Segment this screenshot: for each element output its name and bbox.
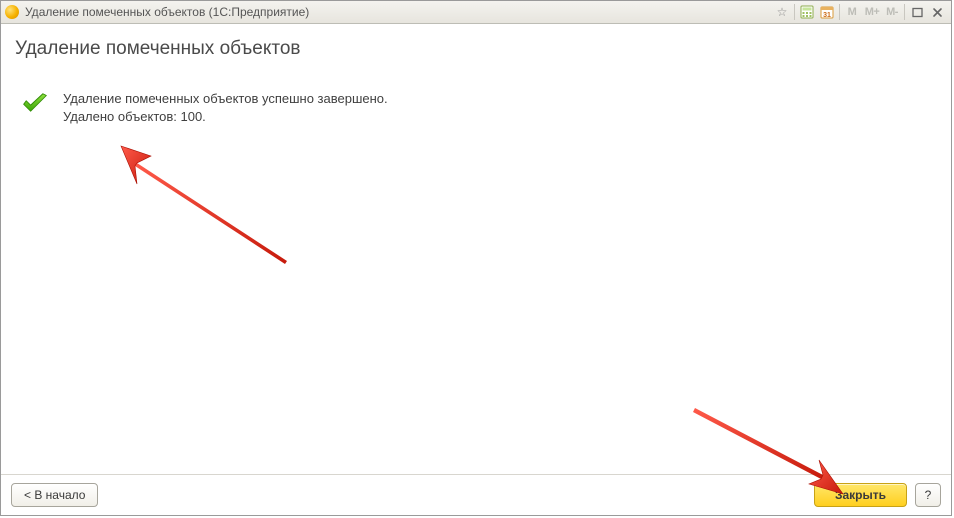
titlebar-icons: ☆ 31 [772, 3, 947, 21]
success-check-icon [21, 92, 49, 118]
annotation-arrow-icon [107, 140, 292, 270]
separator [839, 4, 840, 20]
result-messages: Удаление помеченных объектов успешно зав… [63, 90, 388, 126]
maximize-button[interactable] [907, 3, 927, 21]
window-title: Удаление помеченных объектов (1С:Предпри… [25, 5, 309, 19]
memory-mplus-button[interactable]: M+ [862, 3, 882, 21]
separator [904, 4, 905, 20]
result-count-line: Удалено объектов: 100. [63, 108, 388, 126]
page-title: Удаление помеченных объектов [1, 24, 951, 70]
client-area: Удаление помеченных объектов [1, 24, 951, 515]
body-area: Удаление помеченных объектов успешно зав… [1, 70, 951, 474]
calculator-icon[interactable] [797, 3, 817, 21]
svg-text:31: 31 [823, 12, 831, 19]
memory-m-button[interactable]: M [842, 3, 862, 21]
result-success-message: Удаление помеченных объектов успешно зав… [63, 90, 388, 108]
separator [794, 4, 795, 20]
result-row: Удаление помеченных объектов успешно зав… [21, 90, 937, 126]
titlebar: Удаление помеченных объектов (1С:Предпри… [1, 1, 951, 24]
memory-mminus-button[interactable]: M- [882, 3, 902, 21]
close-action-button[interactable]: Закрыть [814, 483, 907, 507]
close-button[interactable] [927, 3, 947, 21]
calendar-icon[interactable]: 31 [817, 3, 837, 21]
back-button[interactable]: < В начало [11, 483, 98, 507]
footer: < В начало Закрыть ? [1, 474, 951, 515]
help-button[interactable]: ? [915, 483, 941, 507]
window-root: Удаление помеченных объектов (1С:Предпри… [0, 0, 952, 516]
app-icon [5, 5, 19, 19]
favorite-icon[interactable]: ☆ [772, 3, 792, 21]
